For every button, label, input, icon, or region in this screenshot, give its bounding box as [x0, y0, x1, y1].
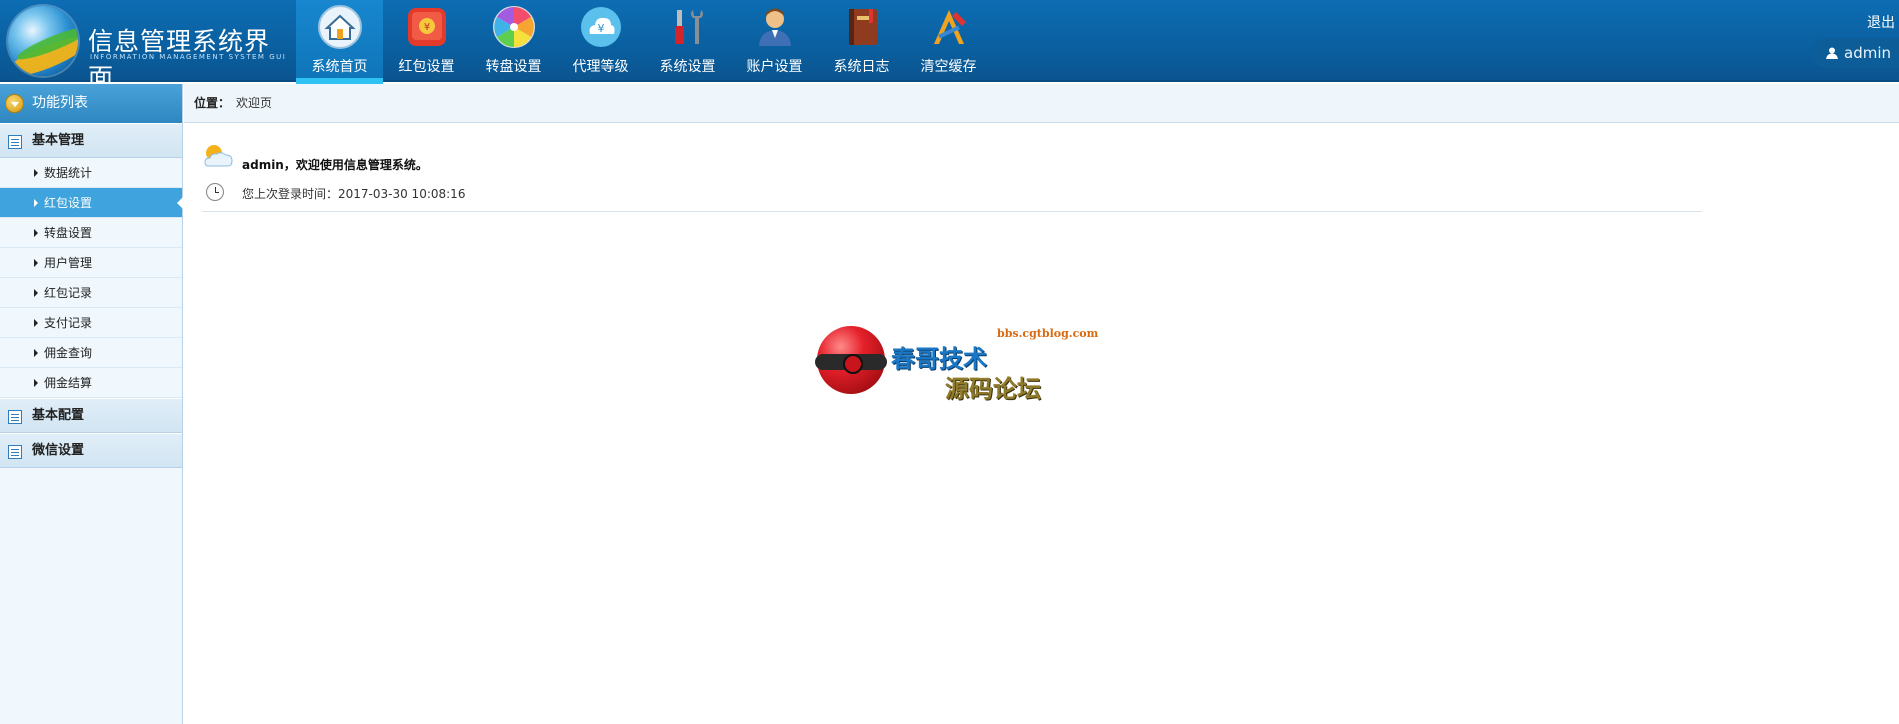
- nav-clear-cache[interactable]: 清空缓存: [905, 0, 992, 82]
- chevron-down-icon: [5, 94, 24, 113]
- sidebar-group-basic-management[interactable]: 基本管理: [0, 123, 182, 158]
- clock-icon: [206, 183, 224, 201]
- current-user[interactable]: admin: [1812, 38, 1899, 68]
- nav-label: 清空缓存: [920, 59, 977, 75]
- red-envelope-icon: ¥: [408, 8, 446, 46]
- sidebar-item-redpacket-settings[interactable]: 红包设置: [0, 188, 183, 218]
- main-content: 位置： 欢迎页 admin，欢迎使用信息管理系统。 您上次登录时间：2017-03…: [184, 84, 1899, 724]
- book-icon: [849, 9, 877, 45]
- group-label: 基本管理: [32, 133, 85, 148]
- logo: 信息管理系统界面 INFORMATION MANAGEMENT SYSTEM G…: [0, 0, 295, 92]
- sidebar-header: 功能列表: [0, 84, 182, 123]
- red-ball-logo-icon: [815, 326, 887, 394]
- logout-link[interactable]: 退出: [1867, 12, 1895, 32]
- watermark-line2: 源码论坛: [945, 374, 1041, 403]
- sidebar-item-user-management[interactable]: 用户管理: [0, 248, 182, 278]
- group-label: 微信设置: [32, 443, 85, 458]
- nav-label: 系统设置: [659, 59, 716, 75]
- wheel-icon: [493, 6, 535, 48]
- welcome-panel: admin，欢迎使用信息管理系统。 您上次登录时间：2017-03-30 10:…: [202, 142, 1702, 212]
- nav-label: 系统首页: [311, 59, 368, 75]
- svg-text:¥: ¥: [424, 22, 430, 33]
- sidebar-group-basic-config[interactable]: 基本配置: [0, 398, 182, 433]
- nav-agent-level[interactable]: ¥ 代理等级: [557, 0, 644, 82]
- sidebar-item-wheel-settings[interactable]: 转盘设置: [0, 218, 182, 248]
- list-icon: [8, 445, 22, 459]
- sidebar: 功能列表 基本管理 数据统计 红包设置 转盘设置 用户管理 红包记录 支付记录 …: [0, 84, 183, 724]
- home-icon: [318, 5, 362, 49]
- welcome-message: admin，欢迎使用信息管理系统。: [242, 158, 428, 172]
- yen-cloud-icon: ¥: [581, 7, 621, 47]
- nav-home[interactable]: 系统首页: [296, 0, 383, 84]
- breadcrumb-label: 位置：: [194, 96, 231, 110]
- breadcrumb-current[interactable]: 欢迎页: [236, 96, 272, 110]
- weather-sun-icon: [204, 145, 233, 167]
- nav-wheel[interactable]: 转盘设置: [470, 0, 557, 82]
- user-icon: [759, 8, 791, 46]
- forum-watermark: bbs.cgtblog.com 春哥技术 源码论坛: [815, 323, 1099, 403]
- globe-logo-icon: [8, 6, 78, 76]
- sidebar-item-data-stats[interactable]: 数据统计: [0, 158, 182, 188]
- nav-label: 账户设置: [746, 59, 803, 75]
- top-header: 信息管理系统界面 INFORMATION MANAGEMENT SYSTEM G…: [0, 0, 1899, 92]
- nav-system-settings[interactable]: 系统设置: [644, 0, 731, 82]
- user-icon: [1826, 47, 1838, 59]
- nav-system-log[interactable]: 系统日志: [818, 0, 905, 82]
- sidebar-item-commission-query[interactable]: 佣金查询: [0, 338, 182, 368]
- group-label: 基本配置: [32, 408, 85, 423]
- list-icon: [8, 135, 22, 149]
- breadcrumb: 位置： 欢迎页: [184, 84, 1899, 123]
- main-nav: 系统首页 ¥ 红包设置 转盘设置 ¥ 代理等级 系统设置 账户设置 系统日志 清…: [296, 0, 992, 84]
- sidebar-item-redpacket-records[interactable]: 红包记录: [0, 278, 182, 308]
- sidebar-group-wechat-settings[interactable]: 微信设置: [0, 433, 182, 468]
- clean-icon: [934, 10, 966, 44]
- nav-label: 系统日志: [833, 59, 890, 75]
- nav-account[interactable]: 账户设置: [731, 0, 818, 82]
- tools-icon: [675, 10, 703, 44]
- last-login-time: 您上次登录时间：2017-03-30 10:08:16: [242, 187, 466, 201]
- list-icon: [8, 410, 22, 424]
- nav-redpacket[interactable]: ¥ 红包设置: [383, 0, 470, 82]
- sidebar-item-payment-records[interactable]: 支付记录: [0, 308, 182, 338]
- app-subtitle: INFORMATION MANAGEMENT SYSTEM GUI: [90, 53, 287, 61]
- watermark-url: bbs.cgtblog.com: [997, 327, 1099, 340]
- sidebar-item-commission-settlement[interactable]: 佣金结算: [0, 368, 182, 398]
- sidebar-title: 功能列表: [32, 95, 88, 111]
- svg-text:¥: ¥: [598, 22, 605, 35]
- username: admin: [1844, 44, 1891, 62]
- nav-label: 代理等级: [572, 59, 629, 75]
- nav-label: 红包设置: [398, 59, 455, 75]
- nav-label: 转盘设置: [485, 59, 542, 75]
